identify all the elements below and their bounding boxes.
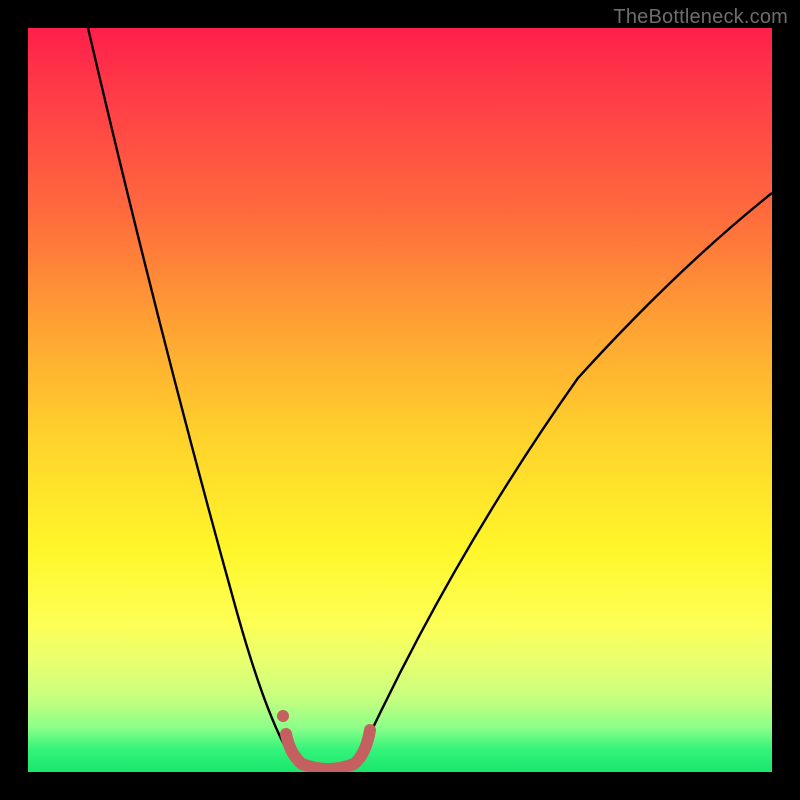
outer-frame: TheBottleneck.com bbox=[0, 0, 800, 800]
valley-u-highlight bbox=[286, 730, 370, 769]
right-ascending-curve bbox=[370, 193, 772, 734]
plot-area bbox=[28, 28, 772, 772]
curve-overlay bbox=[28, 28, 772, 772]
watermark-text: TheBottleneck.com bbox=[613, 6, 788, 29]
left-descending-curve bbox=[88, 28, 288, 752]
valley-dot-marker bbox=[277, 710, 289, 722]
